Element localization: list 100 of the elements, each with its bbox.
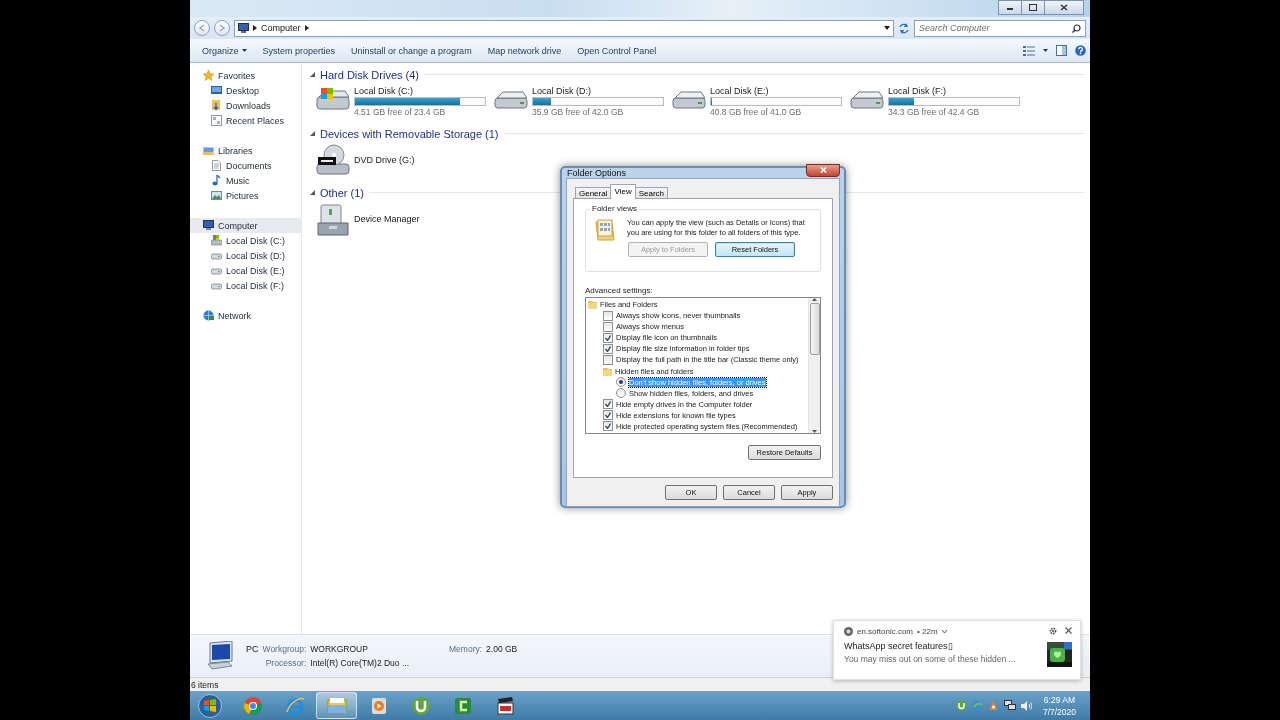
dropdown-caret-icon[interactable] [884, 26, 890, 30]
group-title: Folder views [590, 204, 639, 213]
detail-label: Processor: [264, 658, 307, 668]
drive-name[interactable]: Local Disk (F:) [888, 85, 1020, 96]
scroll-up-icon [812, 298, 817, 301]
chevron-icon[interactable] [941, 630, 947, 633]
back-button[interactable] [194, 20, 210, 36]
browser-icon [242, 695, 263, 716]
caret-icon[interactable] [1043, 49, 1048, 52]
sidebar-item[interactable]: Pictures [190, 188, 301, 203]
breadcrumb[interactable]: Computer [261, 23, 301, 33]
settings-icon[interactable] [1049, 627, 1057, 635]
drive-name[interactable]: Local Disk (E:) [710, 85, 842, 96]
computer-icon [238, 23, 249, 33]
maximize-button[interactable] [1021, 0, 1045, 15]
radio-button[interactable] [616, 388, 626, 399]
checkbox[interactable] [603, 354, 613, 365]
radio-button[interactable] [616, 377, 626, 388]
sidebar-item[interactable]: Desktop [190, 83, 301, 98]
collapse-arrow-icon[interactable] [310, 190, 315, 195]
folder-view-icon [594, 218, 616, 242]
forward-button[interactable] [214, 20, 230, 36]
folder-icon [326, 695, 347, 716]
group-header[interactable]: Hard Disk Drives (4) [320, 68, 419, 81]
caret-icon [241, 49, 247, 52]
torrent-icon[interactable] [955, 700, 967, 711]
toolbar-button[interactable]: Map network drive [479, 43, 570, 58]
folder-icon [603, 366, 612, 376]
tab[interactable]: Search [634, 187, 669, 199]
close-icon [819, 167, 827, 173]
clock[interactable]: 6:29 AM 7/7/2020 [1042, 693, 1076, 718]
detail-label: Workgroup: [262, 644, 307, 654]
free-space-text: 4.51 GB free of 23.4 GB [354, 106, 447, 117]
scroll-down-icon [812, 430, 817, 433]
desktop-icon [211, 85, 222, 96]
sidebar-item[interactable]: Local Disk (D:) [190, 248, 301, 263]
refresh-icon[interactable] [898, 22, 910, 34]
drive-name[interactable]: Local Disk (D:) [532, 85, 664, 96]
group-header[interactable]: Other (1) [320, 186, 364, 199]
close-icon[interactable] [1065, 627, 1072, 634]
sidebar-item[interactable]: Favorites [190, 68, 301, 83]
notification-time: • 22m [917, 627, 938, 636]
toolbar-button[interactable]: Open Control Panel [569, 43, 665, 58]
browser-e-icon [284, 695, 305, 716]
library-icon [203, 145, 214, 156]
checkbox[interactable] [603, 310, 613, 321]
checkbox[interactable] [603, 399, 613, 410]
computer-icon [203, 220, 214, 231]
star-icon [203, 70, 214, 81]
folder-icon [588, 300, 597, 310]
checkbox[interactable] [603, 410, 613, 421]
drive-name[interactable]: Local Disk (C:) [354, 85, 486, 96]
tab[interactable]: View [610, 184, 636, 199]
group-header[interactable]: Devices with Removable Storage (1) [320, 127, 499, 140]
shield-icon[interactable] [987, 700, 999, 711]
scrollbar[interactable] [808, 298, 820, 433]
device-manager-icon[interactable] [315, 202, 351, 236]
status-text: 6 items [190, 677, 1090, 691]
section-label: Advanced settings: [585, 286, 654, 295]
collapse-arrow-icon[interactable] [310, 72, 315, 77]
toolbar-button[interactable]: System properties [254, 43, 344, 58]
toolbar-button[interactable]: Organize [194, 43, 255, 58]
close-button[interactable] [806, 163, 840, 177]
sidebar-item[interactable]: Computer [190, 218, 301, 233]
drive-name[interactable]: Device Manager [354, 214, 420, 224]
sidebar-item[interactable]: Recent Places [190, 113, 301, 128]
toolbar-button[interactable]: Uninstall or change a program [343, 43, 480, 58]
preview-pane-icon[interactable] [1056, 45, 1067, 56]
checkbox[interactable] [603, 343, 613, 354]
notification-title: WhatsApp secret features▯ [844, 641, 954, 651]
tab[interactable]: General [575, 187, 612, 199]
sidebar-item[interactable]: Documents [190, 158, 301, 173]
collapse-arrow-icon[interactable] [310, 131, 315, 136]
address-field[interactable]: Computer [234, 19, 894, 37]
dvd-drive-icon[interactable] [315, 143, 351, 177]
sidebar-item[interactable]: Network [190, 308, 301, 323]
volume-icon[interactable] [1020, 700, 1032, 711]
sidebar-item[interactable]: Music [190, 173, 301, 188]
sidebar-item[interactable]: Libraries [190, 143, 301, 158]
sidebar-item[interactable]: Local Disk (E:) [190, 263, 301, 278]
help-icon[interactable] [1075, 45, 1086, 56]
drive-name[interactable]: DVD Drive (G:) [354, 155, 415, 165]
clapperboard-icon [494, 695, 515, 716]
sidebar-item[interactable]: Local Disk (C:) [190, 233, 301, 248]
document-icon [211, 160, 222, 171]
view-options-icon[interactable] [1023, 45, 1035, 56]
pictures-icon [211, 190, 222, 201]
network-icon[interactable] [1003, 700, 1016, 711]
minimize-button[interactable] [998, 0, 1022, 15]
sidebar-item[interactable]: Local Disk (F:) [190, 278, 301, 293]
sidebar-item[interactable]: Downloads [190, 98, 301, 113]
search-field[interactable]: Search Computer [914, 19, 1086, 37]
network-icon [203, 310, 214, 321]
folder-arrow-icon [211, 100, 222, 111]
checkbox[interactable] [603, 332, 613, 343]
site-icon [844, 627, 853, 636]
detail-label: Memory: [449, 644, 483, 654]
checkbox[interactable] [603, 421, 613, 432]
checkbox[interactable] [603, 321, 613, 332]
close-button[interactable] [1044, 0, 1084, 15]
